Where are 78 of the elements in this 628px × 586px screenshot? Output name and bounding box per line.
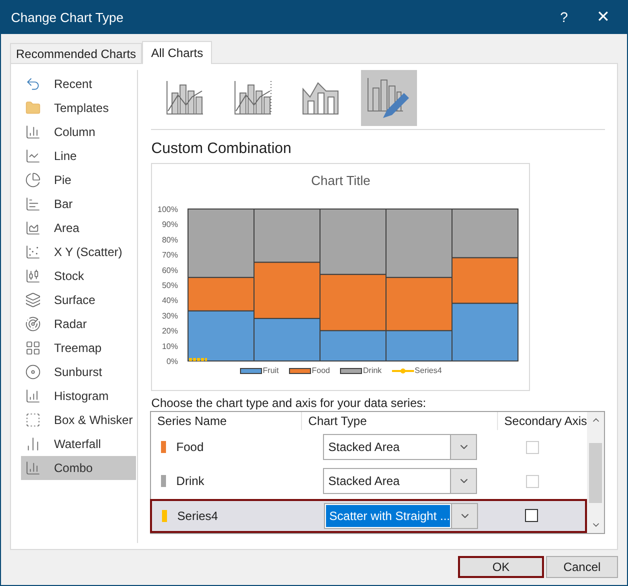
axis-tick-label: 50% (162, 281, 178, 290)
chart-type-item[interactable]: Waterfall (21, 432, 136, 456)
chart-type-item[interactable]: Combo (21, 456, 136, 480)
dialog-button[interactable]: OK (458, 556, 544, 578)
chart-type-item[interactable]: Area (21, 216, 136, 240)
combo-chart-icon (166, 80, 204, 114)
chart-type-item[interactable]: Line (21, 144, 136, 168)
legend-label: Series4 (414, 365, 442, 377)
chart-type-item[interactable]: Surface (21, 288, 136, 312)
axis-tick-label: 20% (162, 326, 178, 336)
surface-chart-icon (25, 292, 41, 308)
bar-segment (452, 208, 519, 258)
series-name: Series4 (177, 508, 218, 525)
chart-type-item[interactable]: Recent (21, 72, 136, 96)
waterfall-chart-icon (25, 436, 41, 452)
radar-chart-icon (25, 316, 41, 332)
section-title: Custom Combination (151, 139, 292, 159)
axis-tick-label: 60% (162, 266, 178, 275)
chart-type-item[interactable]: Pie (21, 168, 136, 192)
series-prompt: Choose the chart type and axis for your data series: (151, 395, 428, 411)
treemap-chart-icon (25, 340, 41, 356)
axis-tick-label: 80% (162, 235, 178, 244)
chart-type-item[interactable]: Box & Whisker (21, 408, 136, 432)
combo-chart-icon (25, 460, 41, 476)
chart-type-item[interactable]: X Y (Scatter) (21, 240, 136, 264)
chart-pencil-icon (367, 76, 412, 120)
recent-chart-icon (25, 76, 41, 92)
series-line (189, 358, 208, 361)
bar-chart-icon (25, 196, 41, 212)
chart-type-item[interactable]: Stock (21, 264, 136, 288)
line-chart-icon (25, 148, 41, 164)
chart-subtype-button[interactable] (361, 70, 418, 126)
legend-label: Drink (363, 365, 382, 377)
axis-tick-label: 70% (162, 250, 178, 260)
chart-type-item[interactable]: Bar (21, 192, 136, 216)
axis-tick-label: 0% (166, 357, 178, 365)
scatter-chart-icon (25, 244, 41, 260)
bar-segment (254, 208, 321, 263)
chart-type-item[interactable]: Column (21, 120, 136, 144)
pie-chart-icon (25, 172, 41, 188)
series-name: Food (176, 439, 204, 456)
scrollbar[interactable] (587, 412, 604, 533)
column-header: Series Name (156, 413, 228, 430)
secondary-axis-checkbox[interactable] (525, 509, 538, 522)
legend-label: Fruit (262, 365, 279, 377)
axis-tick-label: 40% (162, 296, 178, 306)
window-title: Change Chart Type (11, 8, 124, 27)
chart-type-item[interactable]: Treemap (21, 336, 136, 360)
bar-segment (320, 208, 387, 275)
axis-tick-label: 10% (162, 342, 178, 351)
bar-segment (254, 318, 321, 362)
close-button[interactable]: ✕ (579, 6, 627, 30)
axis-tick-label: 100% (158, 205, 178, 214)
chart-type-item[interactable]: Sunburst (21, 360, 136, 384)
column-chart-icon (25, 124, 41, 140)
tab[interactable]: All Charts (142, 41, 212, 64)
dialog-button[interactable]: Cancel (546, 556, 618, 578)
histogram-chart-icon (25, 388, 41, 404)
legend-label: Food (312, 365, 330, 377)
axis-tick-label: 30% (162, 311, 178, 320)
chart-type-item[interactable]: Radar (21, 312, 136, 336)
sunburst-chart-icon (25, 364, 41, 380)
help-button[interactable]: ? (549, 7, 579, 28)
column-header: Chart Type (301, 412, 498, 430)
chart-type-dropdown[interactable]: Scatter with Straight ... (324, 502, 478, 529)
area-column-chart-icon (302, 80, 340, 114)
series-name: Drink (176, 473, 204, 490)
templates-chart-icon (25, 100, 41, 116)
series-row[interactable]: Series4 Scatter with Straight ... (150, 498, 587, 533)
chart-type-item[interactable]: Histogram (21, 384, 136, 408)
combo-chart-icon (234, 80, 272, 114)
chart-title: Chart Title (311, 173, 370, 189)
stock-chart-icon (25, 268, 41, 284)
box-chart-icon (25, 412, 41, 428)
chart-type-item[interactable]: Templates (21, 96, 136, 120)
axis-tick-label: 90% (162, 220, 178, 230)
tab[interactable]: Recommended Charts (10, 43, 142, 63)
area-chart-icon (25, 220, 41, 236)
